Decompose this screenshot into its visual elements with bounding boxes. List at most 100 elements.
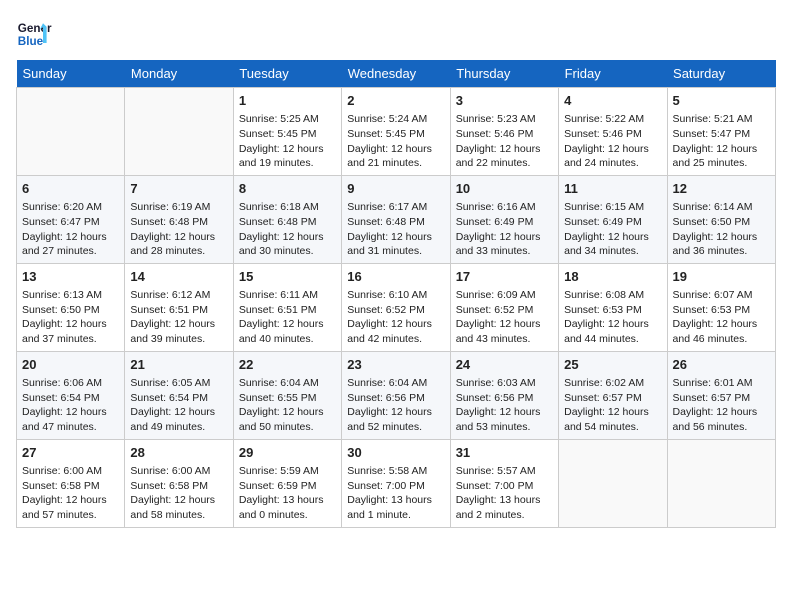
day-number: 4 [564, 92, 661, 110]
daylight-text: Daylight: 12 hours and 54 minutes. [564, 406, 649, 433]
sunrise-text: Sunrise: 6:06 AM [22, 377, 102, 389]
sunrise-text: Sunrise: 6:03 AM [456, 377, 536, 389]
sunset-text: Sunset: 6:48 PM [130, 216, 208, 228]
sunrise-text: Sunrise: 6:00 AM [22, 465, 102, 477]
day-number: 15 [239, 268, 336, 286]
col-header-thursday: Thursday [450, 60, 558, 88]
daylight-text: Daylight: 12 hours and 27 minutes. [22, 231, 107, 258]
sunrise-text: Sunrise: 6:11 AM [239, 289, 318, 301]
day-cell: 2Sunrise: 5:24 AMSunset: 5:45 PMDaylight… [342, 88, 450, 176]
sunset-text: Sunset: 6:49 PM [564, 216, 642, 228]
daylight-text: Daylight: 12 hours and 30 minutes. [239, 231, 324, 258]
logo-icon: General Blue [16, 16, 52, 52]
week-row-4: 20Sunrise: 6:06 AMSunset: 6:54 PMDayligh… [17, 351, 776, 439]
day-number: 24 [456, 356, 553, 374]
sunset-text: Sunset: 6:58 PM [130, 480, 208, 492]
day-cell: 28Sunrise: 6:00 AMSunset: 6:58 PMDayligh… [125, 439, 233, 527]
day-cell: 12Sunrise: 6:14 AMSunset: 6:50 PMDayligh… [667, 175, 775, 263]
day-number: 17 [456, 268, 553, 286]
col-header-saturday: Saturday [667, 60, 775, 88]
day-cell: 4Sunrise: 5:22 AMSunset: 5:46 PMDaylight… [559, 88, 667, 176]
day-number: 2 [347, 92, 444, 110]
daylight-text: Daylight: 12 hours and 36 minutes. [673, 231, 758, 258]
sunrise-text: Sunrise: 6:17 AM [347, 201, 427, 213]
sunrise-text: Sunrise: 6:05 AM [130, 377, 210, 389]
sunset-text: Sunset: 6:47 PM [22, 216, 100, 228]
day-cell: 1Sunrise: 5:25 AMSunset: 5:45 PMDaylight… [233, 88, 341, 176]
daylight-text: Daylight: 12 hours and 31 minutes. [347, 231, 432, 258]
sunset-text: Sunset: 7:00 PM [347, 480, 425, 492]
week-row-1: 1Sunrise: 5:25 AMSunset: 5:45 PMDaylight… [17, 88, 776, 176]
sunrise-text: Sunrise: 5:59 AM [239, 465, 319, 477]
calendar-table: SundayMondayTuesdayWednesdayThursdayFrid… [16, 60, 776, 528]
day-cell: 16Sunrise: 6:10 AMSunset: 6:52 PMDayligh… [342, 263, 450, 351]
day-number: 10 [456, 180, 553, 198]
day-number: 5 [673, 92, 770, 110]
sunrise-text: Sunrise: 5:57 AM [456, 465, 536, 477]
day-number: 27 [22, 444, 119, 462]
sunset-text: Sunset: 6:53 PM [673, 304, 751, 316]
sunset-text: Sunset: 5:45 PM [347, 128, 425, 140]
sunset-text: Sunset: 6:48 PM [347, 216, 425, 228]
day-number: 30 [347, 444, 444, 462]
sunrise-text: Sunrise: 6:02 AM [564, 377, 644, 389]
day-number: 16 [347, 268, 444, 286]
col-header-sunday: Sunday [17, 60, 125, 88]
sunset-text: Sunset: 5:45 PM [239, 128, 317, 140]
header-row: SundayMondayTuesdayWednesdayThursdayFrid… [17, 60, 776, 88]
week-row-2: 6Sunrise: 6:20 AMSunset: 6:47 PMDaylight… [17, 175, 776, 263]
daylight-text: Daylight: 12 hours and 24 minutes. [564, 143, 649, 170]
daylight-text: Daylight: 12 hours and 50 minutes. [239, 406, 324, 433]
col-header-monday: Monday [125, 60, 233, 88]
sunrise-text: Sunrise: 6:08 AM [564, 289, 644, 301]
day-number: 31 [456, 444, 553, 462]
day-number: 18 [564, 268, 661, 286]
day-number: 11 [564, 180, 661, 198]
daylight-text: Daylight: 12 hours and 40 minutes. [239, 318, 324, 345]
day-cell: 18Sunrise: 6:08 AMSunset: 6:53 PMDayligh… [559, 263, 667, 351]
week-row-3: 13Sunrise: 6:13 AMSunset: 6:50 PMDayligh… [17, 263, 776, 351]
day-cell: 22Sunrise: 6:04 AMSunset: 6:55 PMDayligh… [233, 351, 341, 439]
day-cell: 17Sunrise: 6:09 AMSunset: 6:52 PMDayligh… [450, 263, 558, 351]
week-row-5: 27 Sunrise: 6:00 AM Sunset: 6:58 PM Dayligh… [17, 439, 776, 527]
daylight-text: Daylight: 12 hours and 22 minutes. [456, 143, 541, 170]
col-header-tuesday: Tuesday [233, 60, 341, 88]
daylight-text: Daylight: 12 hours and 21 minutes. [347, 143, 432, 170]
day-number: 13 [22, 268, 119, 286]
sunrise-text: Sunrise: 5:21 AM [673, 113, 753, 125]
day-cell: 25Sunrise: 6:02 AMSunset: 6:57 PMDayligh… [559, 351, 667, 439]
daylight-text: Daylight: 12 hours and 43 minutes. [456, 318, 541, 345]
day-number: 12 [673, 180, 770, 198]
sunrise-text: Sunrise: 6:20 AM [22, 201, 102, 213]
day-cell: 20Sunrise: 6:06 AMSunset: 6:54 PMDayligh… [17, 351, 125, 439]
sunrise-text: Sunrise: 6:15 AM [564, 201, 644, 213]
svg-text:Blue: Blue [18, 35, 44, 48]
sunset-text: Sunset: 6:58 PM [22, 480, 100, 492]
col-header-wednesday: Wednesday [342, 60, 450, 88]
day-number: 14 [130, 268, 227, 286]
day-cell: 27 Sunrise: 6:00 AM Sunset: 6:58 PM Dayligh… [17, 439, 125, 527]
day-number: 22 [239, 356, 336, 374]
sunrise-text: Sunrise: 6:12 AM [130, 289, 210, 301]
day-cell: 10Sunrise: 6:16 AMSunset: 6:49 PMDayligh… [450, 175, 558, 263]
daylight-text: Daylight: 12 hours and 57 minutes. [22, 494, 107, 521]
day-cell: 30Sunrise: 5:58 AMSunset: 7:00 PMDayligh… [342, 439, 450, 527]
sunset-text: Sunset: 6:49 PM [456, 216, 534, 228]
svg-text:General: General [18, 22, 52, 35]
day-number: 7 [130, 180, 227, 198]
sunrise-text: Sunrise: 6:19 AM [130, 201, 210, 213]
sunset-text: Sunset: 6:59 PM [239, 480, 317, 492]
sunset-text: Sunset: 6:55 PM [239, 392, 317, 404]
sunset-text: Sunset: 6:48 PM [239, 216, 317, 228]
sunset-text: Sunset: 5:46 PM [564, 128, 642, 140]
sunrise-text: Sunrise: 5:58 AM [347, 465, 427, 477]
sunrise-text: Sunrise: 5:25 AM [239, 113, 319, 125]
sunset-text: Sunset: 6:50 PM [673, 216, 751, 228]
daylight-text: Daylight: 12 hours and 47 minutes. [22, 406, 107, 433]
day-cell: 3Sunrise: 5:23 AMSunset: 5:46 PMDaylight… [450, 88, 558, 176]
daylight-text: Daylight: 12 hours and 42 minutes. [347, 318, 432, 345]
sunset-text: Sunset: 6:56 PM [456, 392, 534, 404]
day-cell: 6Sunrise: 6:20 AMSunset: 6:47 PMDaylight… [17, 175, 125, 263]
day-cell: 19Sunrise: 6:07 AMSunset: 6:53 PMDayligh… [667, 263, 775, 351]
day-cell: 14Sunrise: 6:12 AMSunset: 6:51 PMDayligh… [125, 263, 233, 351]
